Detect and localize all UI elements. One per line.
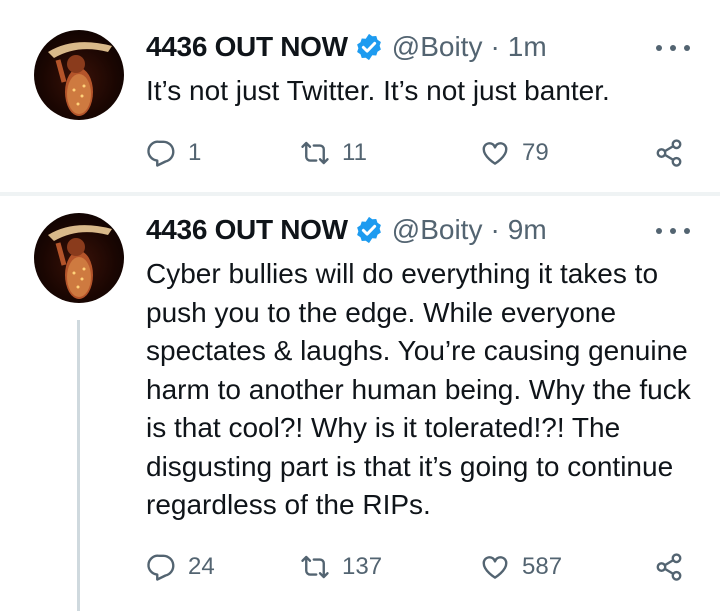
like-button[interactable]: 79 — [480, 133, 549, 173]
tweet-actions: 1 11 79 — [146, 133, 696, 173]
like-button[interactable]: 587 — [480, 547, 562, 587]
reply-icon — [147, 140, 175, 167]
heart-icon — [482, 556, 508, 579]
reply-button[interactable]: 1 — [146, 133, 201, 173]
retweet-icon — [301, 555, 329, 579]
tweet-actions: 24 137 587 — [146, 547, 696, 587]
handle[interactable]: @Boity — [392, 31, 483, 63]
tweet-header: 4436 OUT NOW @Boity · 9m — [146, 213, 547, 247]
avatar-photo — [48, 42, 112, 116]
like-count: 79 — [522, 139, 549, 166]
avatar[interactable] — [34, 30, 124, 120]
retweet-button[interactable]: 137 — [300, 547, 382, 587]
reply-count: 1 — [188, 139, 202, 166]
verified-badge-icon — [356, 216, 381, 244]
retweet-count: 137 — [342, 553, 383, 580]
display-name[interactable]: 4436 OUT NOW — [146, 31, 348, 63]
share-button[interactable] — [654, 133, 696, 173]
more-dots-icon[interactable] — [656, 42, 690, 54]
share-icon — [656, 139, 682, 167]
reply-icon — [147, 554, 175, 581]
display-name[interactable]: 4436 OUT NOW — [146, 214, 348, 246]
avatar[interactable] — [34, 213, 124, 303]
separator-dot: · — [490, 31, 500, 62]
like-count: 587 — [522, 553, 563, 580]
share-icon — [656, 553, 682, 581]
share-button[interactable] — [654, 547, 696, 587]
heart-icon — [482, 142, 508, 165]
timestamp[interactable]: 9m — [508, 214, 547, 246]
handle[interactable]: @Boity — [392, 214, 483, 246]
reply-count: 24 — [188, 553, 215, 580]
separator-dot: · — [490, 214, 500, 245]
tweet-2[interactable]: 4436 OUT NOW @Boity · 9m Cyber bullies w… — [0, 196, 720, 611]
thread-line — [77, 320, 80, 611]
tweet-text: Cyber bullies will do everything it take… — [146, 258, 691, 520]
more-dots-icon[interactable] — [656, 225, 690, 237]
tweet-text: It’s not just Twitter. It’s not just ban… — [146, 75, 610, 106]
verified-badge-icon — [356, 33, 381, 61]
tweet-1[interactable]: 4436 OUT NOW @Boity · 1m It’s not just T… — [0, 0, 720, 192]
retweet-count: 11 — [342, 139, 367, 166]
retweet-button[interactable]: 11 — [300, 133, 367, 173]
reply-button[interactable]: 24 — [146, 547, 215, 587]
avatar-photo — [48, 225, 112, 299]
timestamp[interactable]: 1m — [508, 31, 547, 63]
tweet-header: 4436 OUT NOW @Boity · 1m — [146, 30, 547, 64]
retweet-icon — [301, 141, 329, 165]
